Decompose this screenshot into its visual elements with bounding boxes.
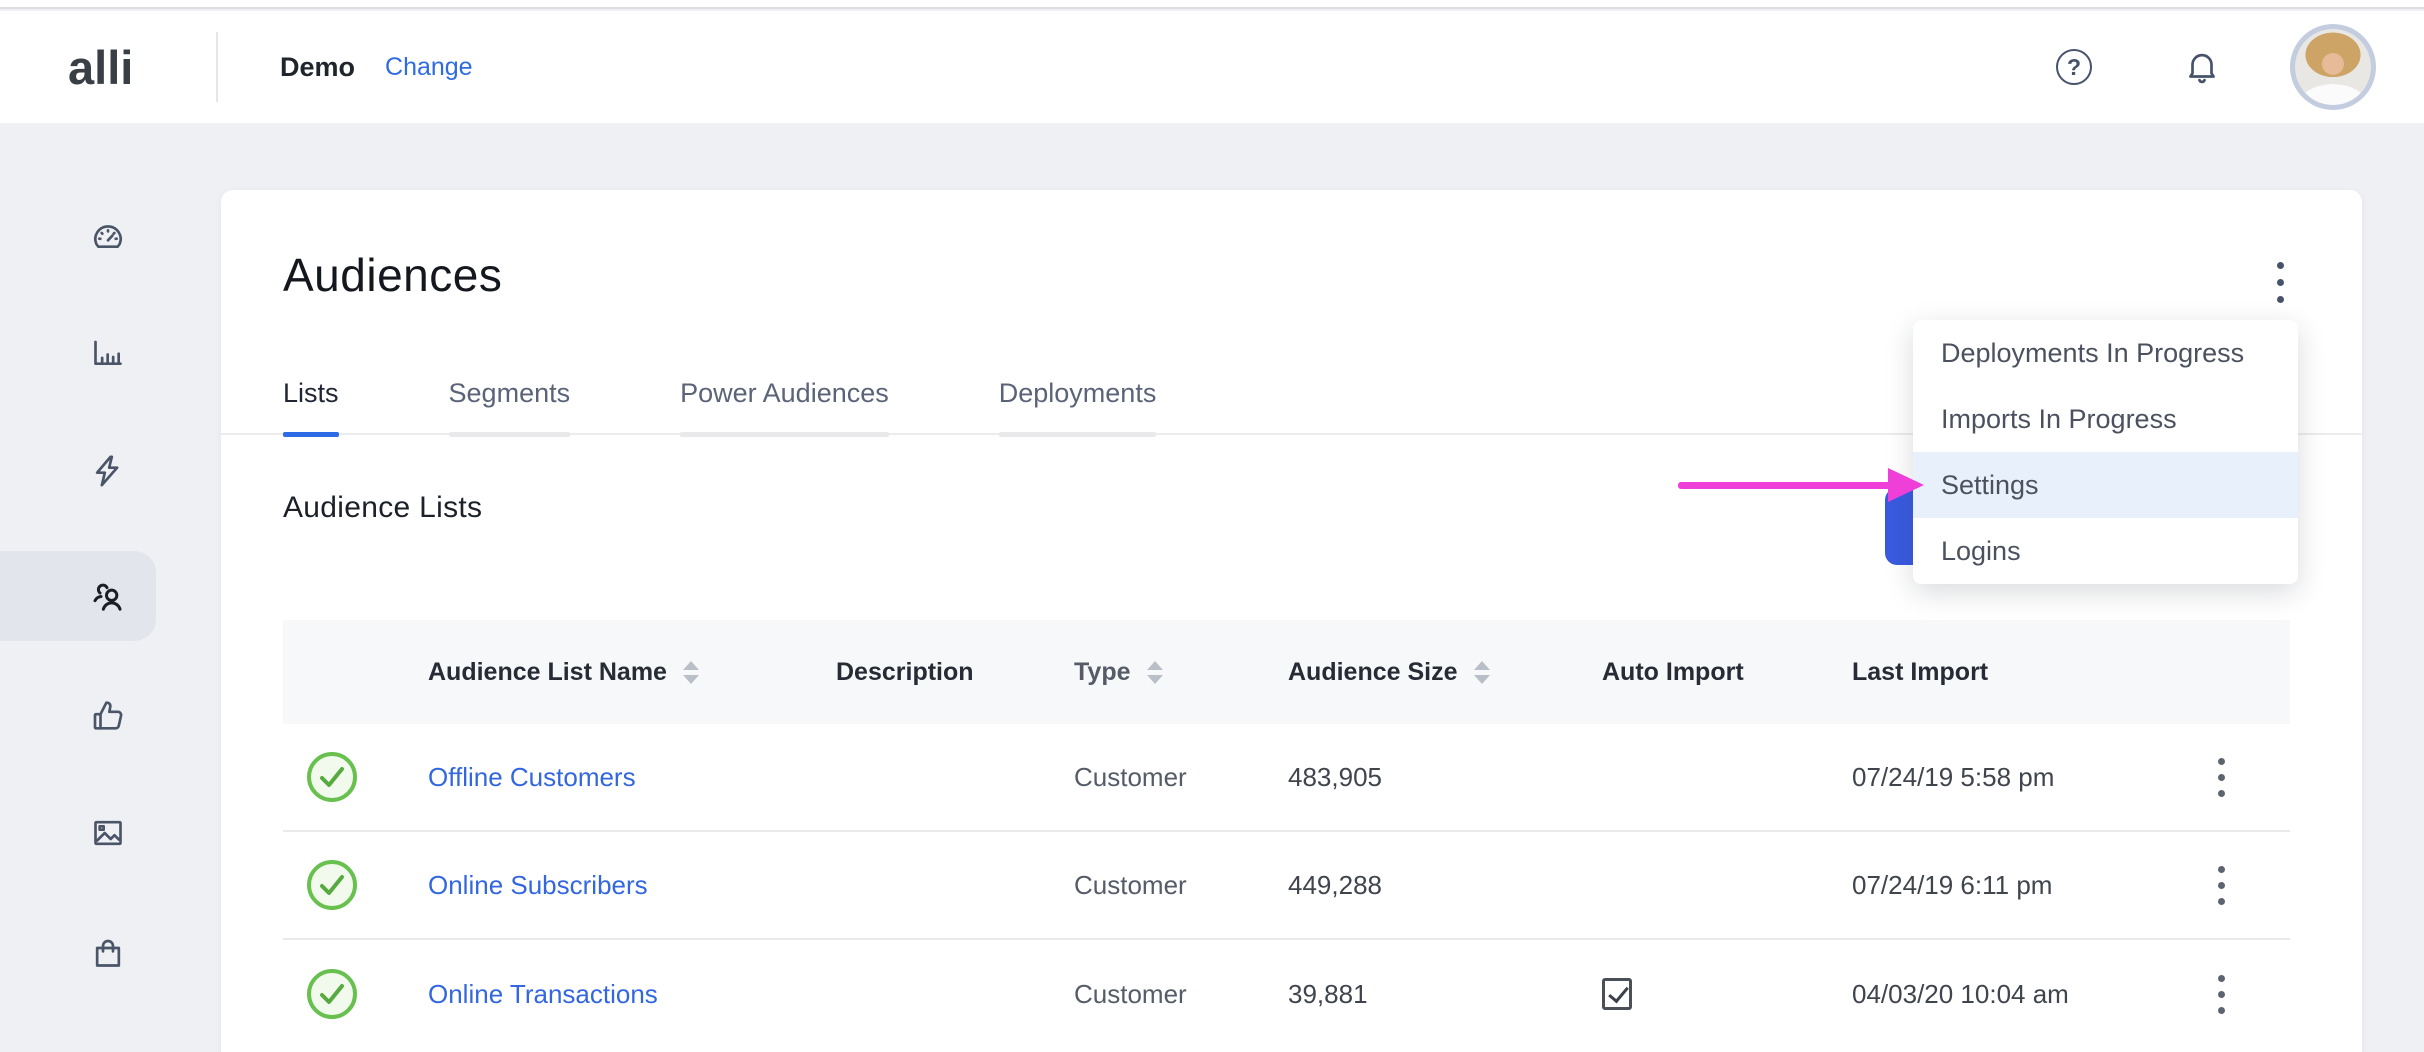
sidebar-item-commerce[interactable]	[87, 932, 129, 974]
column-header-type[interactable]: Type	[1074, 620, 1163, 724]
card-header: Audiences	[283, 248, 2290, 318]
column-header-last-import: Last Import	[1852, 620, 1988, 724]
help-icon: ?	[2056, 49, 2092, 85]
menu-item-imports-in-progress[interactable]: Imports In Progress	[1913, 386, 2298, 452]
audience-list-link[interactable]: Online Transactions	[428, 979, 658, 1010]
bell-icon	[2183, 48, 2221, 86]
sidebar-item-engagement[interactable]	[87, 694, 129, 736]
column-header-audience-size[interactable]: Audience Size	[1288, 620, 1490, 724]
audience-lists-table: Audience List Name Description Type Audi…	[283, 620, 2290, 1048]
page-actions-menu-button[interactable]	[2271, 256, 2290, 309]
image-icon	[88, 813, 128, 853]
bag-icon	[88, 933, 128, 973]
alli-logo: alli	[68, 40, 216, 95]
audience-size-cell: 483,905	[1288, 724, 1382, 830]
sort-arrows-icon[interactable]	[683, 661, 699, 684]
status-success-icon	[305, 940, 359, 1048]
kebab-dot	[2277, 279, 2284, 286]
column-header-audience-list-name[interactable]: Audience List Name	[428, 620, 699, 724]
header-divider	[216, 32, 218, 102]
table-row: Online Transactions Customer 39,881 04/0…	[283, 940, 2290, 1048]
status-success-icon	[305, 832, 359, 938]
sort-down-icon	[1147, 675, 1163, 684]
audience-size-cell: 449,288	[1288, 832, 1382, 938]
sidebar-item-activations[interactable]	[87, 450, 129, 492]
last-import-cell: 07/24/19 5:58 pm	[1852, 724, 2054, 830]
table-row: Online Subscribers Customer 449,288 07/2…	[283, 832, 2290, 940]
notifications-button[interactable]	[2182, 47, 2222, 87]
row-actions-menu-button[interactable]	[2212, 860, 2231, 911]
users-icon	[88, 575, 128, 615]
kebab-dot	[2218, 898, 2225, 905]
auto-import-checkbox[interactable]	[1602, 978, 1632, 1010]
type-cell: Customer	[1074, 832, 1187, 938]
header-actions: ?	[2054, 24, 2376, 110]
column-header-auto-import: Auto Import	[1602, 620, 1744, 724]
column-header-description: Description	[836, 620, 974, 724]
audience-size-cell: 39,881	[1288, 940, 1368, 1048]
app-screen: alli Demo Change ?	[0, 0, 2424, 1052]
table-row: Offline Customers Customer 483,905 07/24…	[283, 724, 2290, 832]
tab-segments[interactable]: Segments	[449, 378, 571, 435]
kebab-dot	[2218, 1007, 2225, 1014]
sidebar-selected-highlight	[0, 551, 156, 641]
tab-deployments[interactable]: Deployments	[999, 378, 1157, 435]
sidebar-item-reports[interactable]	[87, 331, 129, 373]
change-account-link[interactable]: Change	[385, 53, 473, 82]
menu-item-deployments-in-progress[interactable]: Deployments In Progress	[1913, 320, 2298, 386]
kebab-dot	[2218, 882, 2225, 889]
kebab-dot	[2218, 790, 2225, 797]
bar-chart-icon	[88, 332, 128, 372]
sort-up-icon	[683, 661, 699, 670]
kebab-dot	[2277, 262, 2284, 269]
thumbs-up-icon	[88, 695, 128, 735]
kebab-dot	[2218, 774, 2225, 781]
type-cell: Customer	[1074, 724, 1187, 830]
help-button[interactable]: ?	[2054, 47, 2094, 87]
sort-down-icon	[1474, 675, 1490, 684]
account-name: Demo	[280, 52, 355, 83]
auto-import-cell	[1602, 940, 1632, 1048]
window-top-strip	[0, 0, 2424, 9]
menu-item-logins[interactable]: Logins	[1913, 518, 2298, 584]
kebab-dot	[2277, 296, 2284, 303]
sort-arrows-icon[interactable]	[1147, 661, 1163, 684]
page-actions-dropdown: Deployments In Progress Imports In Progr…	[1913, 320, 2298, 584]
menu-item-settings[interactable]: Settings	[1913, 452, 2298, 518]
kebab-dot	[2218, 991, 2225, 998]
sidebar-nav	[0, 123, 200, 1052]
sidebar-item-creative[interactable]	[87, 812, 129, 854]
page-title: Audiences	[283, 248, 502, 302]
audience-list-link[interactable]: Online Subscribers	[428, 870, 648, 901]
type-cell: Customer	[1074, 940, 1187, 1048]
top-nav-bar: alli Demo Change ?	[0, 11, 2424, 123]
sort-arrows-icon[interactable]	[1474, 661, 1490, 684]
sort-down-icon	[683, 675, 699, 684]
sort-up-icon	[1147, 661, 1163, 670]
gauge-icon	[88, 216, 128, 256]
audience-list-link[interactable]: Offline Customers	[428, 762, 636, 793]
user-avatar[interactable]	[2290, 24, 2376, 110]
kebab-dot	[2218, 975, 2225, 982]
avatar-photo	[2295, 29, 2371, 105]
sort-up-icon	[1474, 661, 1490, 670]
sidebar-item-audiences[interactable]	[87, 574, 129, 616]
row-actions-menu-button[interactable]	[2212, 752, 2231, 803]
tab-power-audiences[interactable]: Power Audiences	[680, 378, 889, 435]
status-success-icon	[305, 724, 359, 830]
last-import-cell: 04/03/20 10:04 am	[1852, 940, 2069, 1048]
last-import-cell: 07/24/19 6:11 pm	[1852, 832, 2052, 938]
sidebar-item-dashboard[interactable]	[87, 215, 129, 257]
kebab-dot	[2218, 866, 2225, 873]
kebab-dot	[2218, 758, 2225, 765]
lightning-icon	[88, 451, 128, 491]
row-actions-menu-button[interactable]	[2212, 969, 2231, 1020]
table-header-row: Audience List Name Description Type Audi…	[283, 620, 2290, 724]
tab-lists[interactable]: Lists	[283, 378, 339, 435]
